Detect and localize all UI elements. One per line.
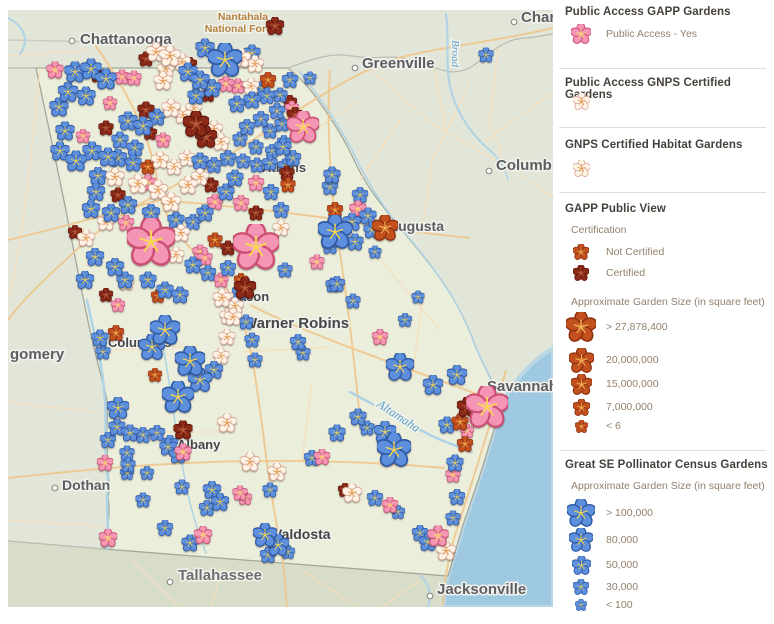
legend-separator [559,192,766,193]
legend-item: < 6 [566,411,621,441]
gapp-gardens-map-app: ChattanoogaCharloGreenvilleColumbiaNanta… [0,0,774,624]
legend-item: Certified [566,258,645,288]
map-label: Warner Robins [243,315,349,332]
orange-flower-icon [566,312,596,342]
legend-item: > 100,000 [566,498,653,528]
legend-item: > 27,878,400 [566,312,668,342]
darkred-flower-icon [566,265,596,281]
map-label: Dothan [62,477,110,493]
city-dot [166,578,174,586]
map-label: Columbia [496,157,553,174]
legend-item-label: Public Access - Yes [606,28,698,40]
legend-item-label: < 6 [606,420,621,432]
legend-separator [559,450,766,451]
legend-item-label: > 27,878,400 [606,321,668,333]
city-dot [485,167,493,175]
legend-item-label: < 100 [606,599,633,611]
blue-flower-icon [566,599,596,611]
legend-section-title: GNPS Certified Habitat Gardens [565,139,743,151]
map-label: Charlo [521,10,553,26]
legend-item: Public Access - Yes [566,19,697,49]
map[interactable]: ChattanoogaCharloGreenvilleColumbiaNanta… [8,10,553,607]
legend-subheading: Approximate Garden Size (in square feet) [571,296,765,308]
map-label: gomery [10,346,65,363]
legend-item: < 100 [566,590,633,620]
map-label: Nantahala [218,11,268,23]
city-dot [510,18,518,26]
city-dot [68,37,76,45]
blue-flower-icon [566,499,596,527]
legend-section-title: GAPP Public View [565,203,666,215]
blue-flower-icon [566,528,596,552]
legend-item-label: 20,000,000 [606,354,659,366]
legend-separator [559,127,766,128]
pink-flower-icon [566,24,596,44]
map-label: Broad [449,40,461,68]
white-flower-icon [566,159,596,177]
white-flower-icon [566,92,596,110]
city-dot [351,64,359,72]
map-label: Jacksonville [437,581,526,598]
legend-item-label: 80,000 [606,534,639,546]
legend-section-title: Great SE Pollinator Census Gardens [565,459,768,471]
legend-item [566,153,596,183]
legend-subheading: Certification [571,224,627,236]
map-label: Tallahassee [178,567,262,584]
legend-subheading: Approximate Garden Size (in square feet) [571,480,765,492]
legend-item-label: 50,000 [606,559,639,571]
map-label: Greenville [362,55,435,72]
legend-panel: Public Access GAPP Gardens Public Access … [553,0,774,624]
legend-separator [559,68,766,69]
legend-item-label: Certified [606,267,646,279]
legend-item-label: > 100,000 [606,507,654,519]
legend-item-label: 15,000,000 [606,378,659,390]
city-dot [51,484,59,492]
map-canvas[interactable]: ChattanoogaCharloGreenvilleColumbiaNanta… [8,10,553,607]
city-dot [426,592,434,600]
legend-item-label: Not Certified [606,246,665,258]
legend-section-title: Public Access GAPP Gardens [565,6,731,18]
legend-item [566,86,596,116]
orange-flower-icon [566,419,596,433]
map-label: Savannah [487,378,553,395]
